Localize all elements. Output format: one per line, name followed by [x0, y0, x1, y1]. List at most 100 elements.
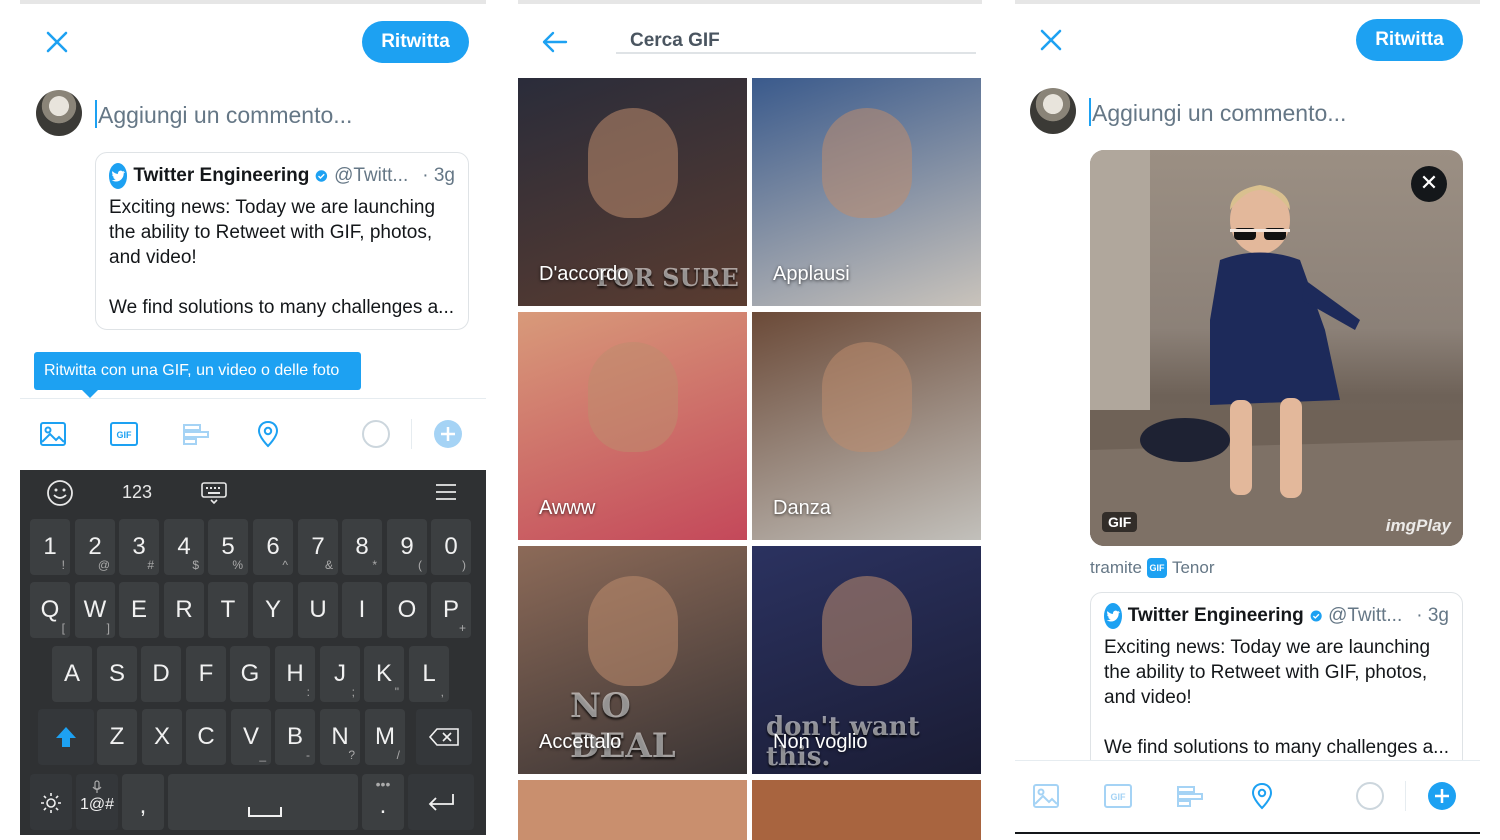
key-7[interactable]: 7 & — [298, 519, 338, 575]
attached-gif-preview[interactable]: GIF imgPlay ✕ — [1090, 150, 1463, 546]
comment-input[interactable]: Aggiungi un commento... — [1089, 98, 1346, 127]
location-icon[interactable] — [253, 419, 283, 449]
key-main-label: E — [130, 596, 147, 623]
enter-key[interactable] — [408, 774, 474, 830]
key-s[interactable]: S — [97, 646, 137, 702]
key-j[interactable]: J; — [320, 646, 360, 702]
quoted-tweet-card[interactable]: Twitter Engineering @Twitt... · 3g Excit… — [95, 152, 469, 330]
key-e[interactable]: E — [119, 582, 159, 638]
key-main-label: B — [286, 723, 303, 750]
key-0[interactable]: 0) — [431, 519, 471, 575]
key-4[interactable]: 4 $ — [164, 519, 204, 575]
space-key[interactable] — [168, 774, 358, 830]
key-h[interactable]: H: — [275, 646, 315, 702]
text-cursor — [95, 100, 97, 128]
location-icon[interactable] — [1247, 781, 1277, 811]
gif-tile[interactable]: FOR SURE D'accordo — [518, 78, 747, 306]
key-8[interactable]: 8 * — [342, 519, 382, 575]
period-key[interactable]: •••. — [362, 774, 404, 830]
provider-name[interactable]: Tenor — [1172, 558, 1215, 578]
key-secondary-label: ! — [61, 558, 65, 572]
key-k[interactable]: K " — [364, 646, 404, 702]
gif-caption-overlay: NO DEAL — [570, 686, 676, 766]
key-2[interactable]: 2 @ — [75, 519, 115, 575]
emoji-icon[interactable] — [46, 479, 74, 512]
backspace-key[interactable] — [416, 709, 472, 765]
symbols-key-label: 1@# — [79, 796, 115, 813]
retweet-button[interactable]: Ritwitta — [1356, 19, 1463, 61]
key-d[interactable]: D — [141, 646, 181, 702]
svg-text:GIF: GIF — [1111, 792, 1127, 802]
key-1[interactable]: 1! — [30, 519, 70, 575]
key-u[interactable]: U — [298, 582, 338, 638]
key-n[interactable]: N? — [320, 709, 360, 765]
gif-tile[interactable]: Danza — [752, 312, 981, 540]
verified-badge-icon — [315, 170, 328, 182]
comma-key[interactable]: , — [122, 774, 164, 830]
retweet-media-tooltip: Ritwitta con una GIF, un video o delle f… — [34, 352, 361, 398]
shift-key[interactable] — [38, 709, 94, 765]
toolbar-divider — [1405, 781, 1406, 811]
key-g[interactable]: G — [230, 646, 270, 702]
back-arrow-icon[interactable] — [540, 28, 570, 56]
key-l[interactable]: L, — [409, 646, 449, 702]
gif-search-input[interactable]: Cerca GIF — [616, 30, 976, 54]
gif-icon: GIF — [1103, 781, 1133, 811]
close-icon[interactable] — [44, 29, 70, 55]
key-o[interactable]: O — [387, 582, 427, 638]
retweet-button[interactable]: Ritwitta — [362, 21, 469, 63]
key-a[interactable]: A — [52, 646, 92, 702]
key-z[interactable]: Z — [97, 709, 137, 765]
compose-panel-gif-attached: Ritwitta Aggiungi un commento... GIF img… — [1015, 0, 1480, 840]
settings-key[interactable] — [30, 774, 72, 830]
key-f[interactable]: F — [186, 646, 226, 702]
remove-gif-button[interactable]: ✕ — [1411, 166, 1447, 202]
key-t[interactable]: T — [208, 582, 248, 638]
quoted-line: We find solutions to many challenges a..… — [1104, 737, 1450, 758]
gif-tile[interactable] — [752, 780, 981, 840]
key-x[interactable]: X — [142, 709, 182, 765]
key-main-label: Q — [40, 596, 60, 623]
image-icon[interactable] — [38, 419, 68, 449]
poll-icon[interactable] — [181, 419, 211, 449]
key-main-label: 9 — [400, 533, 414, 560]
key-v[interactable]: V _ — [231, 709, 271, 765]
key-y[interactable]: Y — [253, 582, 293, 638]
key-3[interactable]: 3 # — [119, 519, 159, 575]
on-screen-keyboard: 123 1! 2 @3 #4 $5% 6 ^ 7 & 8 * 9(0) Q[W] E R T Y U I O P + A S D… — [20, 470, 486, 835]
key-6[interactable]: 6 ^ — [253, 519, 293, 575]
key-q[interactable]: Q[ — [30, 582, 70, 638]
keyboard-hide-icon[interactable] — [200, 481, 228, 510]
gif-thumbnail-figure — [822, 108, 912, 218]
key-i[interactable]: I — [342, 582, 382, 638]
key-main-label: R — [175, 596, 193, 623]
symbols-key[interactable]: 1@# — [76, 774, 118, 830]
gif-tile[interactable]: Awww — [518, 312, 747, 540]
key-9[interactable]: 9( — [387, 519, 427, 575]
key-r[interactable]: R — [164, 582, 204, 638]
quoted-tweet-card[interactable]: Twitter Engineering @Twitt... · 3g Excit… — [1090, 592, 1463, 772]
key-m[interactable]: M / — [365, 709, 405, 765]
close-icon[interactable] — [1038, 27, 1064, 53]
key-secondary-label: % — [232, 558, 243, 572]
key-5[interactable]: 5% — [208, 519, 248, 575]
keyboard-top-bar: 123 — [20, 470, 486, 514]
gif-tile[interactable]: Applausi — [752, 78, 981, 306]
numbers-key[interactable]: 123 — [122, 482, 152, 503]
key-p[interactable]: P + — [431, 582, 471, 638]
gif-icon[interactable]: GIF — [109, 419, 139, 449]
key-main-label: G — [240, 660, 260, 687]
comment-input[interactable]: Aggiungi un commento... — [95, 100, 352, 129]
gif-tile[interactable]: NO DEAL Accettalo — [518, 546, 747, 774]
key-c[interactable]: C — [186, 709, 226, 765]
gif-tile[interactable]: don't want this. Non voglio — [752, 546, 981, 774]
key-main-label: 6 — [266, 533, 280, 560]
gif-frame-illustration — [1090, 150, 1463, 546]
top-divider — [518, 0, 982, 4]
add-icon[interactable] — [1427, 781, 1457, 811]
gif-tile[interactable] — [518, 780, 747, 840]
add-icon[interactable] — [433, 419, 463, 449]
key-w[interactable]: W] — [75, 582, 115, 638]
menu-icon[interactable] — [434, 482, 458, 507]
key-b[interactable]: B- — [275, 709, 315, 765]
